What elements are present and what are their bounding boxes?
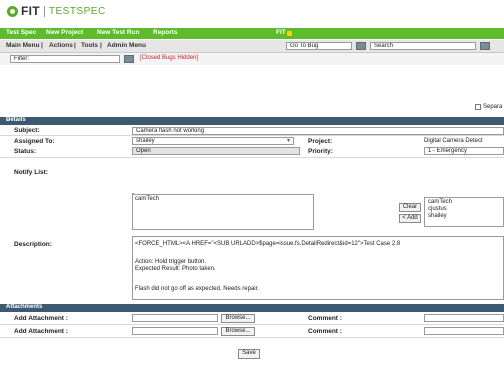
- menu-sep: |: [41, 42, 43, 49]
- subject-label: Subject:: [14, 127, 40, 134]
- notify-value: camTech: [135, 196, 160, 202]
- notify-options-list[interactable]: camTech cjustus shailey: [424, 197, 504, 227]
- details-title: Details: [6, 117, 26, 123]
- nav-item-new-project[interactable]: New Project: [46, 29, 83, 36]
- menu-sep: |: [100, 42, 102, 49]
- closed-bugs-indicator[interactable]: [Closed Bugs Hidden]: [140, 55, 198, 61]
- goto-bug-go-button[interactable]: [356, 42, 366, 50]
- attachment-file-input[interactable]: [132, 327, 218, 335]
- filter-select[interactable]: Filter:: [10, 55, 120, 63]
- menu-tools[interactable]: Tools: [81, 42, 98, 49]
- menu-admin[interactable]: Admin Menu: [107, 42, 146, 49]
- description-line: Expected Result: Photo taken.: [135, 266, 216, 272]
- notify-option[interactable]: shailey: [428, 213, 447, 219]
- description-label: Description:: [14, 241, 52, 248]
- status-label: Status:: [14, 148, 37, 155]
- menu-actions[interactable]: Actions: [49, 42, 73, 49]
- filter-go-button[interactable]: [124, 55, 134, 63]
- description-line: <FORCE_HTML><A HREF="<SUB URLADD>$page=i…: [135, 241, 401, 247]
- menu-sep: |: [74, 42, 76, 49]
- assigned-label: Assigned To:: [14, 138, 55, 145]
- notify-textarea[interactable]: camTech: [132, 194, 314, 230]
- filter-row: Filter: [Closed Bugs Hidden]: [0, 53, 504, 65]
- clear-button[interactable]: Clear: [399, 203, 421, 212]
- notify-label: Notify List:: [14, 169, 48, 176]
- add-button[interactable]: < Add: [399, 214, 421, 223]
- search-go-button[interactable]: [480, 42, 490, 50]
- priority-select[interactable]: 1 - Emergency: [424, 147, 504, 155]
- top-nav-bar: Test Spec New Project New Test Run Repor…: [0, 28, 504, 39]
- attachments-title: Attachments: [6, 304, 43, 310]
- separate-checkbox[interactable]: [475, 104, 481, 110]
- nav-item-fit[interactable]: FIT: [276, 29, 286, 36]
- comment-input[interactable]: [424, 314, 504, 322]
- details-divider: [0, 157, 504, 158]
- nav-item-reports[interactable]: Reports: [153, 29, 178, 36]
- chevron-down-icon[interactable]: ▾: [287, 137, 290, 144]
- subject-input[interactable]: Camera flash not working: [132, 127, 504, 135]
- logo-text-testspec: TESTSPEC: [48, 5, 106, 17]
- description-line: Flash did not go off as expected. Needs …: [135, 286, 259, 292]
- priority-label: Priority:: [308, 148, 333, 155]
- search-input[interactable]: Search: [370, 42, 476, 50]
- logo-icon: [7, 5, 18, 17]
- filter-label: Filter:: [14, 56, 29, 62]
- attachments-section-header[interactable]: − Attachments: [0, 304, 504, 312]
- browse-button[interactable]: Browse...: [221, 314, 255, 323]
- project-value: Digital Camera Detect: [424, 138, 483, 144]
- yellow-indicator-icon: [287, 31, 292, 36]
- assigned-select[interactable]: shailey: [132, 137, 294, 145]
- attachment-label: Add Attachment :: [14, 328, 68, 335]
- logo-divider: [43, 5, 45, 17]
- details-section-header[interactable]: − Details: [0, 117, 504, 125]
- notify-option[interactable]: camTech: [428, 199, 452, 205]
- attachment-label: Add Attachment :: [14, 315, 68, 322]
- nav-item-new-test-run[interactable]: New Test Run: [97, 29, 140, 36]
- toolbar: Main Menu | Actions | Tools | Admin Menu…: [0, 40, 504, 53]
- attachment-file-input[interactable]: [132, 314, 218, 322]
- save-button[interactable]: Save: [238, 349, 260, 359]
- comment-input[interactable]: [424, 327, 504, 335]
- separate-label: Separa: [483, 104, 503, 110]
- comment-label: Comment :: [308, 328, 342, 335]
- project-label: Project:: [308, 138, 333, 145]
- description-line: Action: Hold trigger button.: [135, 259, 207, 265]
- menu-main[interactable]: Main Menu: [6, 42, 40, 49]
- app-logo: FIT TESTSPEC: [7, 4, 106, 18]
- nav-item-test-spec[interactable]: Test Spec: [6, 29, 36, 36]
- comment-label: Comment :: [308, 315, 342, 322]
- browse-button[interactable]: Browse...: [221, 327, 255, 336]
- notify-option[interactable]: cjustus: [428, 206, 447, 212]
- logo-text-fit: FIT: [21, 4, 40, 18]
- description-textarea[interactable]: <FORCE_HTML><A HREF="<SUB URLADD>$page=i…: [132, 236, 504, 300]
- status-select[interactable]: Open: [132, 147, 300, 155]
- goto-bug-input[interactable]: Go To Bug: [286, 42, 352, 50]
